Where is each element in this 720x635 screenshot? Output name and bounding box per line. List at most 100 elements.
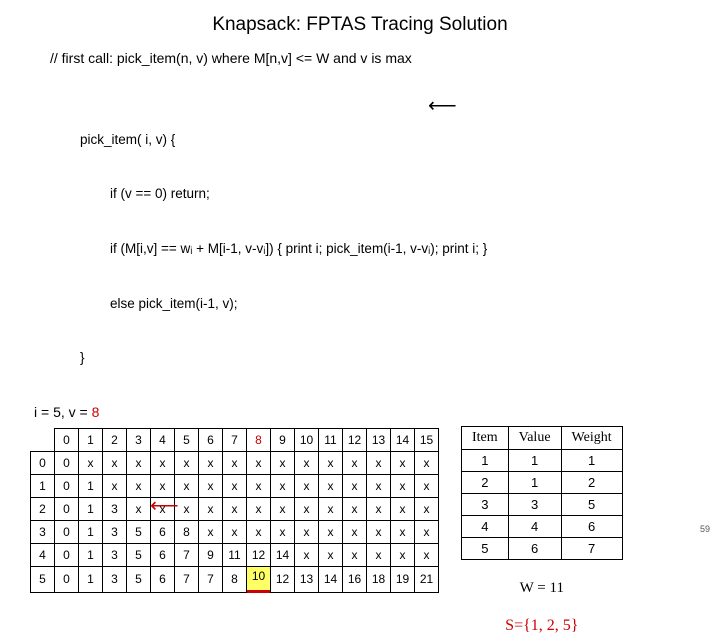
arrow-left-icon: ⟵ <box>428 93 457 120</box>
dp-cell: 12 <box>247 543 271 566</box>
dp-header-row: 0 1 2 3 4 5 6 7 8 9 10 11 12 13 14 15 <box>31 428 439 451</box>
code-line: else pick_item(i-1, v); <box>80 295 690 313</box>
dp-col-header: 1 <box>79 428 103 451</box>
dp-cell: x <box>271 474 295 497</box>
items-cell: 3 <box>508 493 561 515</box>
dp-cell: x <box>223 451 247 474</box>
dp-col-header: 12 <box>343 428 367 451</box>
dp-cell: x <box>223 497 247 520</box>
dp-cell: x <box>295 497 319 520</box>
dp-col-header: 6 <box>199 428 223 451</box>
dp-cell: 7 <box>199 566 223 592</box>
dp-cell: 9 <box>199 543 223 566</box>
dp-table: 0 1 2 3 4 5 6 7 8 9 10 11 12 13 14 15 00… <box>30 428 439 593</box>
dp-cell: 3 <box>103 543 127 566</box>
dp-cell: 12 <box>271 566 295 592</box>
dp-cell: 19 <box>391 566 415 592</box>
dp-col-header: 15 <box>415 428 439 451</box>
items-cell: 1 <box>462 449 509 471</box>
items-cell: 7 <box>561 537 622 559</box>
dp-row-header: 1 <box>31 474 55 497</box>
items-header: Item <box>462 426 509 449</box>
dp-cell: 14 <box>271 543 295 566</box>
items-row: 567 <box>462 537 623 559</box>
dp-cell: x <box>415 543 439 566</box>
dp-row: 101xxxxxxxxxxxxxx <box>31 474 439 497</box>
dp-row-header: 4 <box>31 543 55 566</box>
dp-cell: 16 <box>343 566 367 592</box>
dp-cell: 7 <box>175 566 199 592</box>
items-cell: 6 <box>561 515 622 537</box>
dp-cell: x <box>343 543 367 566</box>
dp-row: 00xxxxxxxxxxxxxxx <box>31 451 439 474</box>
dp-row-header: 2 <box>31 497 55 520</box>
dp-cell: x <box>319 543 343 566</box>
dp-cell: x <box>391 543 415 566</box>
dp-cell: x <box>295 451 319 474</box>
dp-col-header: 9 <box>271 428 295 451</box>
dp-cell: x <box>367 451 391 474</box>
dp-cell: 1 <box>79 566 103 592</box>
dp-cell: x <box>319 474 343 497</box>
dp-cell: 0 <box>55 566 79 592</box>
dp-cell: x <box>343 451 367 474</box>
state-v-value: 8 <box>92 404 100 420</box>
dp-cell: x <box>247 451 271 474</box>
items-header-row: Item Value Weight <box>462 426 623 449</box>
dp-cell: x <box>127 474 151 497</box>
dp-cell: x <box>79 451 103 474</box>
dp-cell: x <box>247 497 271 520</box>
dp-cell: 6 <box>151 543 175 566</box>
dp-cell: x <box>319 497 343 520</box>
trace-arrow-icon: ⟵ <box>150 493 179 518</box>
dp-cell: 3 <box>103 566 127 592</box>
dp-corner-cell <box>31 428 55 451</box>
dp-cell: 10 <box>247 566 271 592</box>
dp-cell: x <box>391 474 415 497</box>
dp-cell: x <box>127 497 151 520</box>
dp-col-header: 5 <box>175 428 199 451</box>
dp-cell: 0 <box>55 543 79 566</box>
dp-col-header: 3 <box>127 428 151 451</box>
dp-row-header: 5 <box>31 566 55 592</box>
items-cell: 4 <box>508 515 561 537</box>
dp-cell: 0 <box>55 497 79 520</box>
dp-col-header: 0 <box>55 428 79 451</box>
dp-col-header: 2 <box>103 428 127 451</box>
dp-cell: x <box>367 497 391 520</box>
items-cell: 6 <box>508 537 561 559</box>
dp-cell: 5 <box>127 566 151 592</box>
dp-row: 40135679111214xxxxxx <box>31 543 439 566</box>
dp-col-header: 13 <box>367 428 391 451</box>
dp-cell: 3 <box>103 497 127 520</box>
code-line: if (v == 0) return; <box>80 185 690 203</box>
dp-cell: x <box>223 474 247 497</box>
dp-cell: x <box>415 497 439 520</box>
items-cell: 3 <box>462 493 509 515</box>
items-cell: 1 <box>508 471 561 493</box>
dp-cell: x <box>391 497 415 520</box>
dp-col-header: 10 <box>295 428 319 451</box>
dp-cell: x <box>199 474 223 497</box>
dp-col-header: 11 <box>319 428 343 451</box>
solution-set-label: S={1, 2, 5} <box>461 617 623 635</box>
dp-cell: x <box>127 451 151 474</box>
dp-col-header: 4 <box>151 428 175 451</box>
dp-cell: x <box>415 451 439 474</box>
capacity-label: W = 11 <box>461 576 623 601</box>
pseudocode-block: ⟵ pick_item( i, v) { if (v == 0) return;… <box>80 76 690 386</box>
dp-row: 5013567781012131416181921 <box>31 566 439 592</box>
items-cell: 2 <box>462 471 509 493</box>
page-title: Knapsack: FPTAS Tracing Solution <box>30 14 690 36</box>
dp-col-header-highlight: 8 <box>247 428 271 451</box>
dp-cell: 11 <box>223 543 247 566</box>
items-header: Value <box>508 426 561 449</box>
items-cell: 5 <box>561 493 622 515</box>
dp-cell: x <box>199 497 223 520</box>
dp-cell: x <box>271 497 295 520</box>
dp-cell: x <box>319 451 343 474</box>
dp-cell: 6 <box>151 566 175 592</box>
items-header: Weight <box>561 426 622 449</box>
items-cell: 2 <box>561 471 622 493</box>
dp-cell: 21 <box>415 566 439 592</box>
